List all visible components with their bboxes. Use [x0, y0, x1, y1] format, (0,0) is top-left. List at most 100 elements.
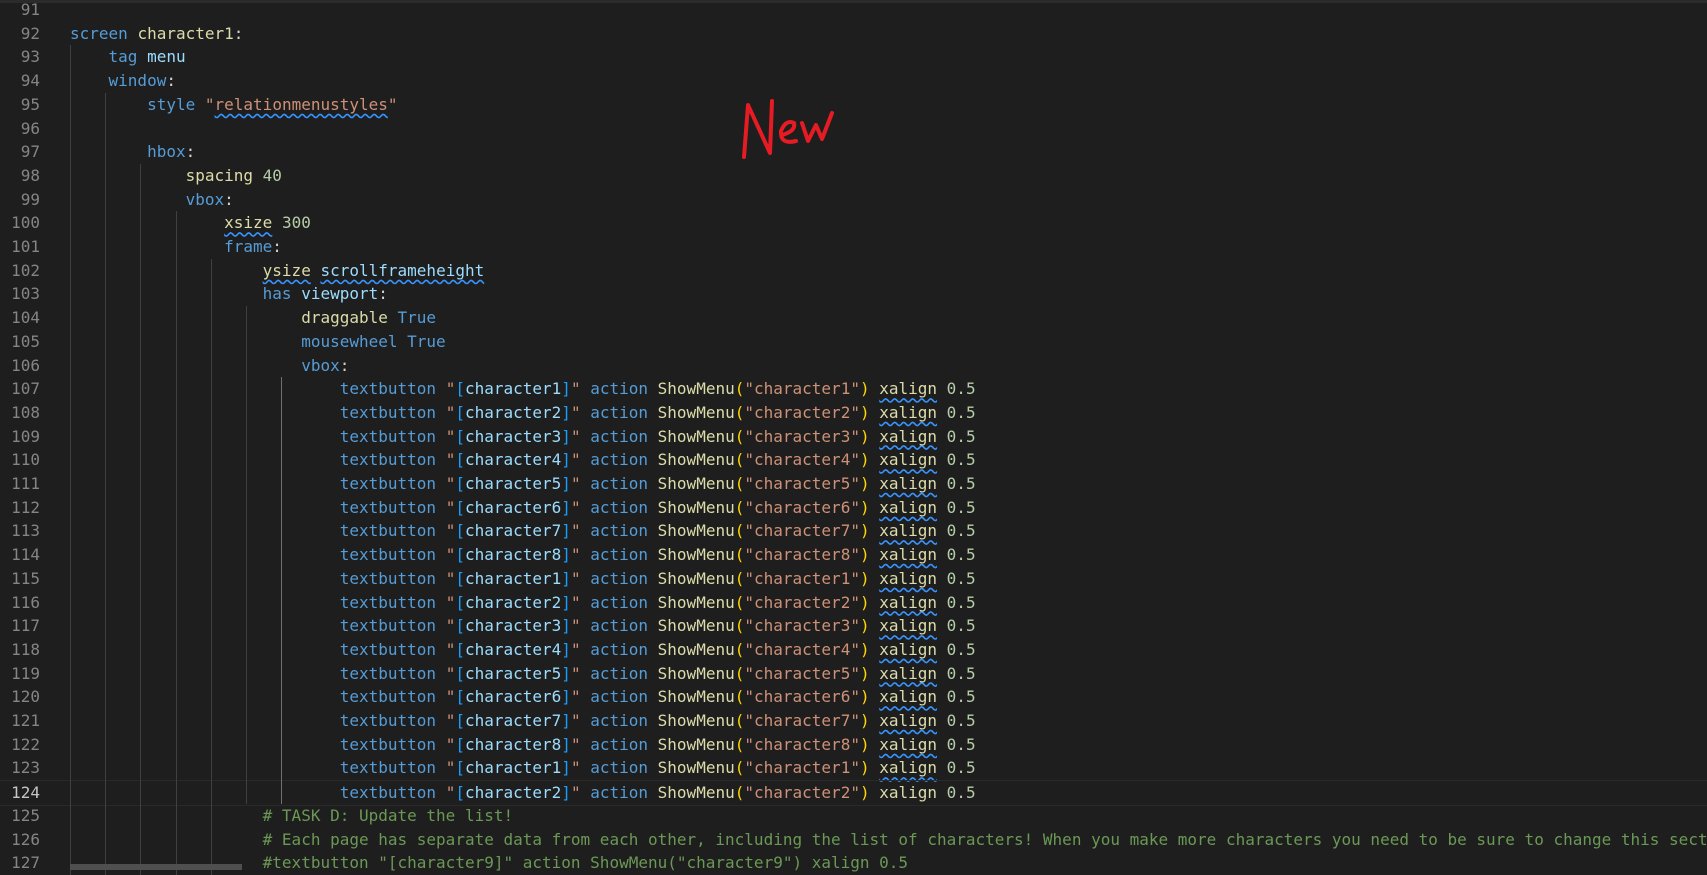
code-text: spacing 40	[185, 165, 282, 185]
line-number: 115	[11, 568, 40, 588]
code-text: textbutton "[character6]" action ShowMen…	[339, 497, 976, 517]
code-line[interactable]: 96	[0, 117, 1707, 141]
line-number: 114	[11, 545, 40, 565]
code-text: textbutton "[character2]" action ShowMen…	[339, 592, 976, 612]
line-number: 119	[11, 663, 40, 683]
line-number: 105	[11, 331, 40, 351]
code-line[interactable]: 124 textbutton "[character2]" action Sho…	[0, 780, 1707, 806]
code-line[interactable]: 118 textbutton "[character4]" action Sho…	[0, 638, 1707, 662]
code-line[interactable]: 103 has viewport:	[0, 282, 1707, 306]
code-line[interactable]: 107 textbutton "[character1]" action Sho…	[0, 377, 1707, 401]
line-number: 113	[11, 521, 40, 541]
code-text: textbutton "[character8]" action ShowMen…	[339, 545, 976, 565]
indent-guide	[246, 306, 247, 804]
horizontal-scrollbar[interactable]	[70, 864, 242, 870]
indent-guide	[175, 211, 177, 875]
indent-guide	[281, 377, 283, 804]
code-text: style "relationmenustyles"	[147, 94, 398, 114]
code-text: screen character1:	[70, 23, 244, 43]
code-text: textbutton "[character7]" action ShowMen…	[339, 711, 976, 730]
line-number: 109	[11, 426, 40, 446]
line-number: 117	[11, 616, 40, 636]
indent-guide	[210, 258, 212, 875]
code-text: textbutton "[character7]" action ShowMen…	[339, 521, 976, 541]
line-number: 110	[11, 450, 40, 470]
code-line[interactable]: 106 vbox:	[0, 354, 1707, 378]
code-line[interactable]: 127 #textbutton "[character9]" action Sh…	[0, 851, 1707, 875]
code-line[interactable]: 115 textbutton "[character1]" action Sho…	[0, 567, 1707, 591]
code-line[interactable]: 117 textbutton "[character3]" action Sho…	[0, 614, 1707, 638]
code-text: vbox:	[301, 355, 350, 375]
code-line[interactable]: 102 ysize scrollframeheight	[0, 259, 1707, 283]
code-line[interactable]: 120 textbutton "[character6]" action Sho…	[0, 685, 1707, 709]
code-text: draggable True	[301, 308, 437, 328]
code-line[interactable]: 125 # TASK D: Update the list!	[0, 804, 1707, 828]
line-number: 112	[11, 497, 40, 517]
line-number: 126	[11, 829, 40, 849]
code-text: # TASK D: Update the list!	[262, 805, 514, 825]
line-number: 116	[11, 592, 40, 612]
code-text: textbutton "[character3]" action ShowMen…	[339, 426, 976, 446]
code-text: textbutton "[character1]" action ShowMen…	[339, 379, 976, 399]
line-number: 96	[20, 118, 40, 138]
code-line[interactable]: 100 xsize 300	[0, 211, 1707, 235]
line-number: 111	[11, 474, 40, 493]
handwritten-new-annotation	[742, 99, 834, 159]
line-number: 123	[11, 758, 40, 778]
code-line[interactable]: 110 textbutton "[character4]" action Sho…	[0, 448, 1707, 472]
code-text: window:	[108, 71, 176, 91]
code-text: has viewport:	[262, 284, 388, 304]
line-number: 106	[11, 355, 40, 375]
code-line[interactable]: 111 textbutton "[character5]" action Sho…	[0, 472, 1707, 496]
code-line[interactable]: 126 # Each page has separate data from e…	[0, 828, 1707, 852]
code-line[interactable]: 112 textbutton "[character6]" action Sho…	[0, 496, 1707, 520]
line-number: 94	[20, 71, 40, 91]
code-text: # Each page has separate data from each …	[262, 829, 1707, 849]
code-line[interactable]: 114 textbutton "[character8]" action Sho…	[0, 543, 1707, 567]
line-number: 95	[20, 94, 40, 114]
code-text: textbutton "[character1]" action ShowMen…	[339, 568, 976, 588]
code-text: hbox:	[147, 142, 196, 162]
line-number: 103	[11, 284, 40, 304]
code-line[interactable]: 95 style "relationmenustyles"	[0, 93, 1707, 117]
line-number: 100	[11, 213, 40, 233]
code-text: textbutton "[character5]" action ShowMen…	[339, 474, 976, 493]
code-line[interactable]: 104 draggable True	[0, 306, 1707, 330]
code-line[interactable]: 97 hbox:	[0, 140, 1707, 164]
code-line[interactable]: 119 textbutton "[character5]" action Sho…	[0, 662, 1707, 686]
code-text: textbutton "[character2]" action ShowMen…	[339, 783, 976, 803]
line-number: 93	[20, 47, 40, 67]
line-number: 121	[11, 711, 40, 730]
code-line[interactable]: 121 textbutton "[character7]" action Sho…	[0, 709, 1707, 733]
code-line[interactable]: 108 textbutton "[character2]" action Sho…	[0, 401, 1707, 425]
code-line[interactable]: 91	[0, 0, 1707, 22]
code-line[interactable]: 116 textbutton "[character2]" action Sho…	[0, 591, 1707, 615]
code-line[interactable]: 123 textbutton "[character1]" action Sho…	[0, 756, 1707, 780]
code-text: textbutton "[character6]" action ShowMen…	[339, 687, 976, 707]
code-line[interactable]: 113 textbutton "[character7]" action Sho…	[0, 519, 1707, 543]
line-number: 91	[20, 0, 40, 19]
code-text: textbutton "[character8]" action ShowMen…	[339, 734, 976, 754]
line-number: 92	[20, 23, 40, 43]
line-number: 122	[11, 734, 40, 754]
indent-guide	[70, 45, 71, 875]
line-number: 99	[20, 189, 40, 209]
code-editor[interactable]: 91 92 screen character1: 93 tag menu 94 wind…	[0, 0, 1707, 875]
line-number: 102	[11, 260, 40, 280]
code-text: textbutton "[character3]" action ShowMen…	[339, 616, 976, 636]
code-line[interactable]: 98 spacing 40	[0, 164, 1707, 188]
indent-guide	[140, 163, 142, 875]
line-number: 120	[11, 687, 40, 707]
line-number: 97	[20, 142, 40, 162]
code-text: textbutton "[character4]" action ShowMen…	[339, 639, 976, 659]
code-line[interactable]: 122 textbutton "[character8]" action Sho…	[0, 733, 1707, 757]
code-line[interactable]: 99 vbox:	[0, 188, 1707, 212]
code-text: textbutton "[character2]" action ShowMen…	[339, 402, 976, 422]
line-number: 104	[11, 308, 40, 328]
code-line[interactable]: 101 frame:	[0, 235, 1707, 259]
code-line[interactable]: 105 mousewheel True	[0, 330, 1707, 354]
code-line[interactable]: 109 textbutton "[character3]" action Sho…	[0, 425, 1707, 449]
code-line[interactable]: 92 screen character1:	[0, 22, 1707, 46]
code-line[interactable]: 94 window:	[0, 69, 1707, 93]
code-line[interactable]: 93 tag menu	[0, 45, 1707, 69]
